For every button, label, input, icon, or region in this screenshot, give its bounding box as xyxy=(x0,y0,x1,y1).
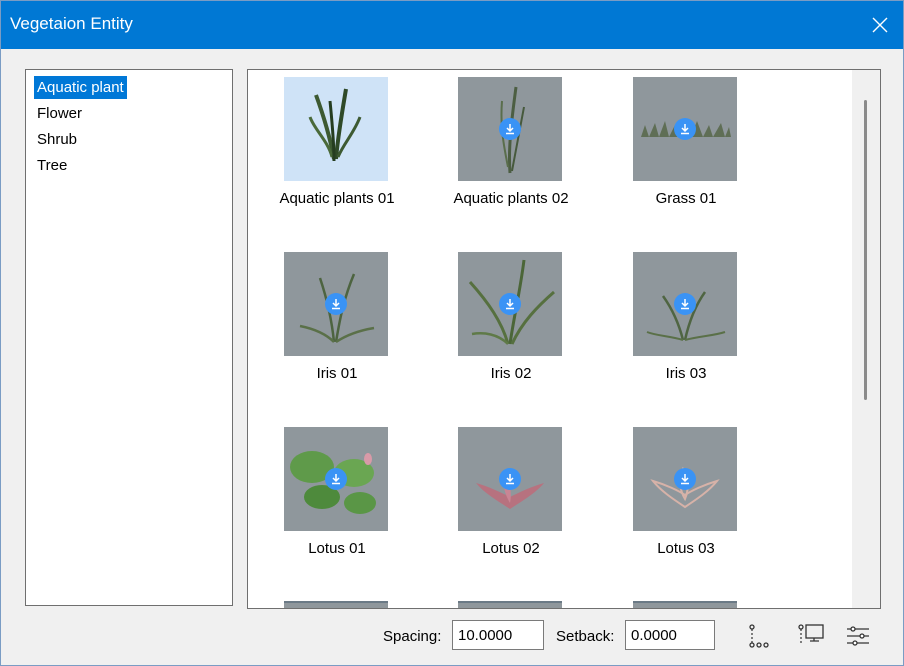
setback-label: Setback: xyxy=(556,628,615,645)
gallery-item-aquatic-plants-02[interactable]: Aquatic plants 02 xyxy=(431,77,591,227)
close-button[interactable] xyxy=(857,1,903,49)
gallery-item-partial[interactable] xyxy=(284,601,388,608)
setback-field[interactable] xyxy=(625,620,715,650)
download-icon[interactable] xyxy=(674,468,696,490)
gallery-item-partial[interactable] xyxy=(633,601,737,608)
gallery-item-iris-02[interactable]: Iris 02 xyxy=(431,252,591,402)
spacing-label: Spacing: xyxy=(383,628,442,645)
close-icon xyxy=(872,17,888,33)
vegetation-entity-dialog: Vegetaion Entity Aquatic plant Flower Sh… xyxy=(0,0,904,666)
vertical-path-icon xyxy=(749,624,769,648)
item-label: Aquatic plants 02 xyxy=(453,190,569,207)
vertical-path-button[interactable] xyxy=(743,621,773,651)
settings-sliders-button[interactable] xyxy=(843,621,873,651)
item-label: Iris 03 xyxy=(665,365,707,382)
thumbnail-grass-01 xyxy=(633,77,737,181)
download-icon[interactable] xyxy=(499,118,521,140)
thumbnail-lotus-02 xyxy=(458,427,562,531)
item-label: Lotus 03 xyxy=(657,540,715,557)
item-label: Aquatic plants 01 xyxy=(279,190,395,207)
item-label: Lotus 01 xyxy=(308,540,366,557)
thumbnail-iris-01 xyxy=(284,252,388,356)
thumbnail-lotus-03 xyxy=(633,427,737,531)
gallery-item-partial[interactable] xyxy=(458,601,562,608)
settings-sliders-icon xyxy=(847,626,869,646)
screen-path-icon xyxy=(798,624,824,643)
download-icon[interactable] xyxy=(674,118,696,140)
thumbnail-iris-02 xyxy=(458,252,562,356)
download-icon[interactable] xyxy=(325,468,347,490)
gallery-item-iris-03[interactable]: Iris 03 xyxy=(606,252,766,402)
vegetation-gallery[interactable]: Aquatic plants 01 Aquatic plants 02 Gras… xyxy=(247,69,881,609)
item-label: Lotus 02 xyxy=(482,540,540,557)
category-item-flower[interactable]: Flower xyxy=(34,102,85,125)
thumbnail-lotus-01 xyxy=(284,427,388,531)
gallery-item-aquatic-plants-01[interactable]: Aquatic plants 01 xyxy=(257,77,417,227)
thumbnail-aquatic-plants-02 xyxy=(458,77,562,181)
item-label: Iris 01 xyxy=(316,365,358,382)
gallery-item-iris-01[interactable]: Iris 01 xyxy=(257,252,417,402)
title-bar: Vegetaion Entity xyxy=(1,1,903,49)
gallery-item-lotus-03[interactable]: Lotus 03 xyxy=(606,427,766,577)
window-title: Vegetaion Entity xyxy=(10,14,133,33)
download-icon[interactable] xyxy=(499,468,521,490)
category-item-aquatic-plant[interactable]: Aquatic plant xyxy=(34,76,127,99)
item-label: Iris 02 xyxy=(490,365,532,382)
aquatic-plant-thumbnail-icon xyxy=(308,88,362,162)
category-list[interactable]: Aquatic plant Flower Shrub Tree xyxy=(25,69,233,606)
download-icon[interactable] xyxy=(325,293,347,315)
screen-path-button[interactable] xyxy=(796,621,826,651)
download-icon[interactable] xyxy=(499,293,521,315)
category-item-shrub[interactable]: Shrub xyxy=(34,128,80,151)
gallery-item-grass-01[interactable]: Grass 01 xyxy=(606,77,766,227)
gallery-item-lotus-01[interactable]: Lotus 01 xyxy=(257,427,417,577)
scrollbar-thumb[interactable] xyxy=(864,100,867,400)
thumbnail-aquatic-plants-01 xyxy=(284,77,388,181)
vertical-scrollbar[interactable] xyxy=(852,70,880,608)
download-icon[interactable] xyxy=(674,293,696,315)
item-label: Grass 01 xyxy=(655,190,717,207)
spacing-field[interactable] xyxy=(452,620,544,650)
thumbnail-iris-03 xyxy=(633,252,737,356)
category-item-tree[interactable]: Tree xyxy=(34,154,70,177)
gallery-item-lotus-02[interactable]: Lotus 02 xyxy=(431,427,591,577)
